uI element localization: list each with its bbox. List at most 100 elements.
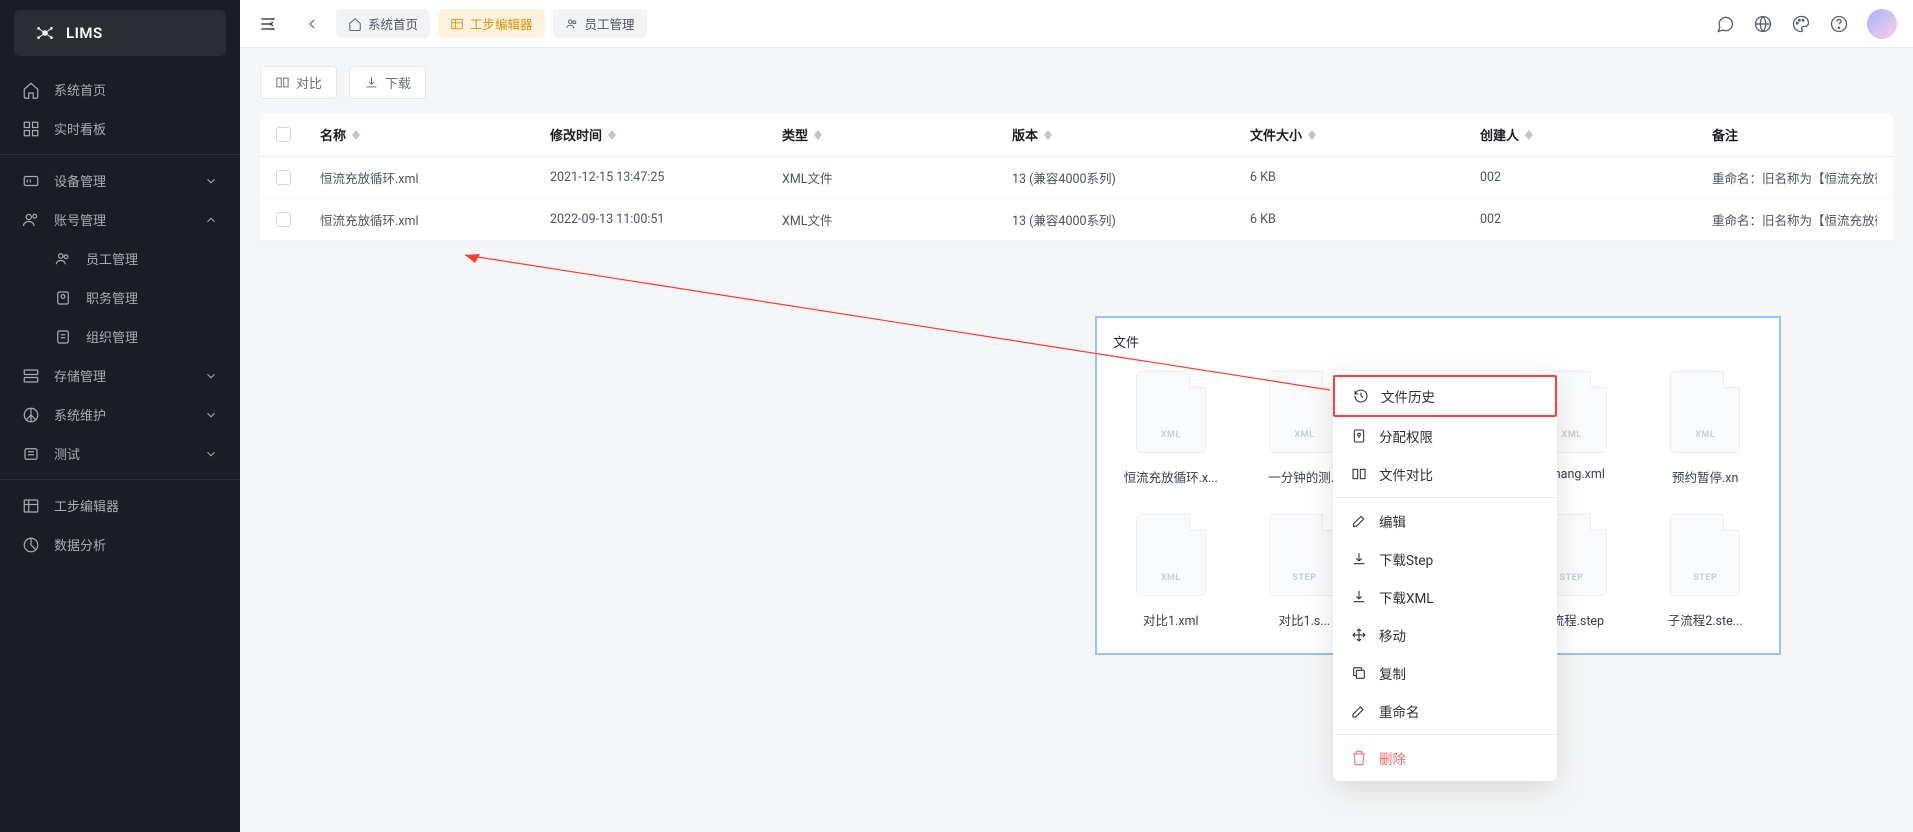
sidebar-item-label: 设备管理 — [54, 171, 106, 190]
row-checkbox[interactable] — [276, 212, 291, 227]
sort-icon[interactable] — [608, 130, 616, 140]
ctx-rename[interactable]: 重命名 — [1333, 692, 1557, 730]
help-icon[interactable] — [1829, 14, 1849, 34]
sidebar-item-label: 实时看板 — [54, 119, 106, 138]
sidebar-item-org[interactable]: 组织管理 — [0, 317, 240, 356]
ctx-perm[interactable]: 分配权限 — [1333, 417, 1557, 455]
sidebar-group-device[interactable]: 设备管理 — [0, 161, 240, 200]
th-label[interactable]: 类型 — [782, 125, 808, 144]
row-checkbox[interactable] — [276, 170, 291, 185]
cell-remark: 重命名：旧名称为【恒流充放循环.x... — [1712, 210, 1877, 229]
th-label[interactable]: 名称 — [320, 125, 346, 144]
sidebar-group-maintain[interactable]: 系统维护 — [0, 395, 240, 434]
download-button[interactable]: 下载 — [349, 66, 426, 99]
table-row[interactable]: 恒流充放循环.xml 2021-12-15 13:47:25 XML文件 13 … — [260, 157, 1893, 199]
sidebar-item-step-editor[interactable]: 工步编辑器 — [0, 486, 240, 525]
th-label[interactable]: 文件大小 — [1250, 125, 1302, 144]
file-history-table: 名称 修改时间 类型 版本 文件大小 创建人 备注 恒流充放循环.xml 202… — [260, 113, 1893, 241]
file-thumbnail: XML — [1136, 514, 1206, 596]
tab-staff[interactable]: 员工管理 — [553, 9, 647, 38]
cell-type: XML文件 — [782, 210, 1012, 229]
table-row[interactable]: 恒流充放循环.xml 2022-09-13 11:00:51 XML文件 13 … — [260, 199, 1893, 241]
file-ext-label: XML — [1161, 573, 1181, 583]
sidebar-item-dashboard[interactable]: 实时看板 — [0, 109, 240, 148]
file-name-label: 对比1.s... — [1279, 610, 1331, 629]
sort-icon[interactable] — [1308, 130, 1316, 140]
chat-icon[interactable] — [1715, 14, 1735, 34]
ctx-label: 文件对比 — [1379, 464, 1433, 484]
sidebar-item-role[interactable]: 职务管理 — [0, 278, 240, 317]
file-ext-label: XML — [1695, 430, 1715, 440]
home-icon — [22, 81, 40, 99]
sort-icon[interactable] — [352, 130, 360, 140]
app-logo[interactable]: LIMS — [14, 10, 226, 56]
download-icon — [1351, 551, 1367, 567]
back-button[interactable] — [298, 10, 326, 38]
file-ext-label: STEP — [1560, 573, 1584, 583]
cell-date: 2022-09-13 11:00:51 — [550, 212, 782, 227]
sidebar-item-label: 测试 — [54, 444, 80, 463]
sidebar-item-label: 数据分析 — [54, 535, 106, 554]
sidebar-group-test[interactable]: 测试 — [0, 434, 240, 473]
file-card[interactable]: XML 预约暂停.xn — [1647, 371, 1763, 486]
file-name-label: 预约暂停.xn — [1672, 467, 1738, 486]
file-card[interactable]: XML 恒流充放循环.x... — [1113, 371, 1229, 486]
pencil-icon — [1351, 703, 1367, 719]
sidebar-item-label: 组织管理 — [86, 327, 138, 346]
palette-icon[interactable] — [1791, 14, 1811, 34]
ctx-compare[interactable]: 文件对比 — [1333, 455, 1557, 493]
table-icon — [450, 17, 464, 31]
sidebar-group-account[interactable]: 账号管理 — [0, 200, 240, 239]
th-label[interactable]: 备注 — [1712, 125, 1738, 144]
user-avatar[interactable] — [1867, 9, 1897, 39]
cell-creator: 002 — [1480, 170, 1712, 185]
toolbar: 对比 下载 — [260, 66, 1893, 99]
th-label[interactable]: 创建人 — [1480, 125, 1519, 144]
history-icon — [1353, 388, 1369, 404]
cell-size: 6 KB — [1250, 212, 1480, 227]
tab-label: 员工管理 — [585, 14, 635, 33]
logo-text: LIMS — [66, 24, 103, 42]
tab-home[interactable]: 系统首页 — [336, 9, 430, 38]
cell-size: 6 KB — [1250, 170, 1480, 185]
ctx-download-xml[interactable]: 下载XML — [1333, 578, 1557, 616]
ctx-download-step[interactable]: 下载Step — [1333, 540, 1557, 578]
ctx-edit[interactable]: 编辑 — [1333, 502, 1557, 540]
sidebar: LIMS 系统首页 实时看板 设备管理 — [0, 0, 240, 832]
select-all-checkbox[interactable] — [276, 127, 291, 142]
th-label[interactable]: 修改时间 — [550, 125, 602, 144]
sort-icon[interactable] — [1525, 130, 1533, 140]
tab-label: 系统首页 — [368, 14, 418, 33]
peace-icon — [22, 406, 40, 424]
sidebar-item-data-analysis[interactable]: 数据分析 — [0, 525, 240, 564]
ctx-label: 编辑 — [1379, 511, 1406, 531]
ctx-move[interactable]: 移动 — [1333, 616, 1557, 654]
file-ext-label: XML — [1294, 430, 1314, 440]
file-name-label: 对比1.xml — [1143, 610, 1199, 629]
chevron-down-icon — [204, 447, 218, 461]
cell-creator: 002 — [1480, 212, 1712, 227]
th-label[interactable]: 版本 — [1012, 125, 1038, 144]
sidebar-item-staff[interactable]: 员工管理 — [0, 239, 240, 278]
ctx-copy[interactable]: 复制 — [1333, 654, 1557, 692]
compare-button[interactable]: 对比 — [260, 66, 337, 99]
ctx-delete[interactable]: 删除 — [1333, 739, 1557, 777]
file-card[interactable]: STEP 子流程2.ste... — [1647, 514, 1763, 629]
sidebar-item-home[interactable]: 系统首页 — [0, 70, 240, 109]
trash-icon — [1351, 750, 1367, 766]
cell-remark: 重命名：旧名称为【恒流充放循环.x... — [1712, 168, 1877, 187]
cell-name: 恒流充放循环.xml — [320, 210, 550, 229]
context-menu: 文件历史 分配权限 文件对比 编辑 下载Step 下载XML 移动 复制 重命名… — [1333, 371, 1557, 781]
tab-step-editor[interactable]: 工步编辑器 — [438, 9, 545, 38]
globe-icon[interactable] — [1753, 14, 1773, 34]
file-name-label: 恒流充放循环.x... — [1124, 467, 1218, 486]
chevron-up-icon — [204, 213, 218, 227]
ctx-file-history[interactable]: 文件历史 — [1333, 375, 1557, 417]
sidebar-item-label: 工步编辑器 — [54, 496, 119, 515]
sort-icon[interactable] — [814, 130, 822, 140]
sidebar-group-storage[interactable]: 存储管理 — [0, 356, 240, 395]
panel-title: 文件 — [1113, 332, 1763, 351]
sidebar-collapse-button[interactable] — [256, 12, 280, 36]
file-card[interactable]: XML 对比1.xml — [1113, 514, 1229, 629]
sort-icon[interactable] — [1044, 130, 1052, 140]
